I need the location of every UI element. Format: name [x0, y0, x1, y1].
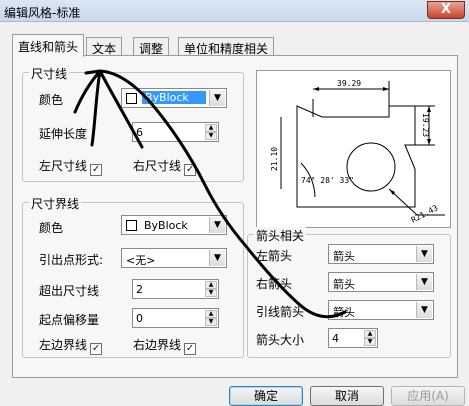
- chevron-down-icon[interactable]: ▼: [209, 217, 225, 233]
- dim-line-group: 尺寸线 颜色 ByBlock ▼ 延伸长度 6 ▲ ▼ 左尺寸线 ✓ 右尺寸线 ✓: [22, 65, 244, 182]
- start-offset-value: 0: [136, 312, 143, 325]
- part-hole: [346, 142, 396, 192]
- left-ext-line-label: 左边界线: [39, 338, 88, 352]
- tab-text[interactable]: 文本: [86, 37, 123, 56]
- dim-line-color-label: 颜色: [39, 93, 64, 107]
- ext-line-group-title: 尺寸界线: [29, 195, 82, 212]
- tab-adjust[interactable]: 调整: [133, 37, 170, 56]
- window-title: 编辑风格-标准: [4, 6, 81, 20]
- check-icon[interactable]: ✓: [184, 164, 197, 176]
- origin-form-value: <无>: [126, 254, 156, 267]
- spin-up-icon[interactable]: ▲: [205, 310, 217, 318]
- tab-lines-arrows[interactable]: 直线和箭头: [12, 34, 85, 57]
- beyond-dim-line-value: 2: [136, 283, 143, 296]
- arrow-group-title: 箭头相关: [254, 227, 307, 244]
- cancel-button[interactable]: 取消: [310, 386, 384, 406]
- ext-line-color-select[interactable]: ByBlock ▼: [121, 215, 227, 235]
- radius-text: R21.43: [410, 203, 440, 225]
- ext-line-color-value: ByBlock: [144, 219, 188, 232]
- spin-up-icon[interactable]: ▲: [205, 124, 217, 132]
- dim-text-left: 21.10: [270, 147, 279, 171]
- beyond-dim-line-label: 超出尺寸线: [39, 284, 100, 298]
- arrow-group: 箭头相关 左箭头 箭头 ▼ 右箭头 箭头 ▼ 引线箭头 箭头 ▼ 箭头大小 4 …: [247, 227, 451, 358]
- beyond-dim-line-spinner[interactable]: 2 ▲ ▼: [132, 279, 219, 299]
- arrow-icon: [383, 87, 389, 91]
- ext-line-color-label: 颜色: [39, 221, 64, 235]
- arrow-icon: [427, 106, 431, 112]
- dim-line-color-value: ByBlock: [142, 91, 206, 104]
- arrow-icon: [427, 139, 431, 145]
- origin-form-label: 引出点形式:: [39, 253, 104, 267]
- tab-panel: 尺寸线 颜色 ByBlock ▼ 延伸长度 6 ▲ ▼ 左尺寸线 ✓ 右尺寸线 ✓ …: [12, 55, 458, 378]
- leader-arrow-value: 箭头: [333, 306, 355, 319]
- color-swatch: [126, 220, 137, 231]
- arrow-size-label: 箭头大小: [256, 333, 305, 347]
- start-offset-spinner[interactable]: 0 ▲ ▼: [132, 308, 219, 328]
- left-arrow-select[interactable]: 箭头 ▼: [328, 244, 434, 264]
- preview-drawing: 39.29 19.23 21.10 74° 28' 33" R21.43: [270, 79, 445, 225]
- ext-line-group: 尺寸界线 颜色 ByBlock ▼ 引出点形式: <无> ▼ 超出尺寸线 2 ▲…: [22, 195, 244, 358]
- check-icon[interactable]: ✓: [90, 343, 103, 355]
- left-dim-line-checkbox[interactable]: 左尺寸线 ✓: [39, 157, 103, 176]
- spin-down-icon[interactable]: ▼: [364, 338, 376, 346]
- arrow-icon: [313, 87, 319, 91]
- dim-text-right: 19.23: [421, 113, 430, 137]
- start-offset-label: 起点偏移量: [39, 313, 100, 327]
- spin-down-icon[interactable]: ▼: [205, 132, 217, 140]
- spin-up-icon[interactable]: ▲: [205, 281, 217, 289]
- dim-text-top: 39.29: [337, 79, 361, 88]
- check-icon[interactable]: ✓: [184, 343, 197, 355]
- right-ext-line-label: 右边界线: [133, 338, 182, 352]
- spin-up-icon[interactable]: ▲: [364, 330, 376, 338]
- style-preview: 39.29 19.23 21.10 74° 28' 33" R21.43: [256, 70, 451, 228]
- right-dim-line-label: 右尺寸线: [133, 159, 182, 173]
- tab-units-precision[interactable]: 单位和精度相关: [178, 37, 275, 56]
- chevron-down-icon[interactable]: ▼: [416, 274, 432, 290]
- spin-down-icon[interactable]: ▼: [205, 289, 217, 297]
- left-arrow-label: 左箭头: [256, 249, 293, 263]
- chevron-down-icon[interactable]: ▼: [209, 90, 225, 106]
- left-arrow-value: 箭头: [333, 250, 355, 263]
- title-bar: 编辑风格-标准 X: [0, 0, 469, 22]
- leader-arrow-select[interactable]: 箭头 ▼: [328, 300, 434, 320]
- check-icon[interactable]: ✓: [90, 164, 103, 176]
- right-arrow-value: 箭头: [333, 278, 355, 291]
- dim-line-group-title: 尺寸线: [29, 65, 70, 82]
- chevron-down-icon[interactable]: ▼: [209, 250, 225, 266]
- extend-length-label: 延伸长度: [39, 127, 88, 141]
- extend-length-value: 6: [136, 126, 143, 139]
- color-swatch: [126, 93, 137, 104]
- right-arrow-select[interactable]: 箭头 ▼: [328, 272, 434, 292]
- extend-length-spinner[interactable]: 6 ▲ ▼: [132, 122, 219, 142]
- ok-button[interactable]: 确定: [229, 386, 303, 406]
- chevron-down-icon[interactable]: ▼: [416, 302, 432, 318]
- apply-button[interactable]: 应用(A): [391, 386, 465, 406]
- close-button[interactable]: X: [427, 1, 465, 19]
- dim-line-color-select[interactable]: ByBlock ▼: [121, 88, 227, 108]
- spin-down-icon[interactable]: ▼: [205, 318, 217, 326]
- right-dim-line-checkbox[interactable]: 右尺寸线 ✓: [133, 157, 197, 176]
- leader-arrow-label: 引线箭头: [256, 305, 305, 319]
- arrow-size-value: 4: [332, 332, 339, 345]
- angle-text: 74° 28' 33": [301, 176, 354, 185]
- origin-form-select[interactable]: <无> ▼: [121, 248, 227, 268]
- chevron-down-icon[interactable]: ▼: [416, 246, 432, 262]
- left-dim-line-label: 左尺寸线: [39, 159, 88, 173]
- left-ext-line-checkbox[interactable]: 左边界线 ✓: [39, 336, 103, 355]
- right-ext-line-checkbox[interactable]: 右边界线 ✓: [133, 336, 197, 355]
- right-arrow-label: 右箭头: [256, 277, 293, 291]
- arrow-size-spinner[interactable]: 4 ▲ ▼: [328, 328, 378, 348]
